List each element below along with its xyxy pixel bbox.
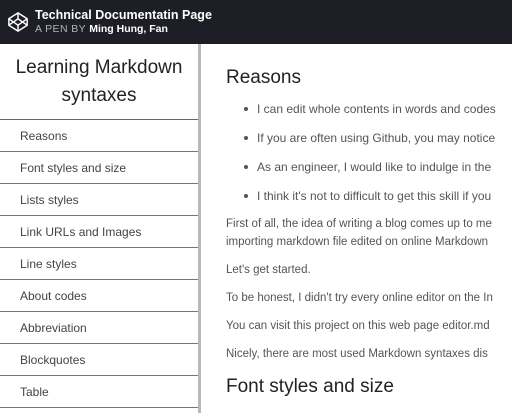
section-title-font-styles: Font styles and size: [226, 376, 394, 397]
nav-link-font-styles[interactable]: Font styles and size: [0, 152, 198, 184]
list-item: I can edit whole contents in words and c…: [244, 101, 512, 117]
section-title-reasons: Reasons: [226, 67, 301, 88]
paragraph: To be honest, I didn't try every online …: [226, 292, 493, 304]
nav-title: Learning Markdown syntaxes: [0, 44, 198, 120]
paragraph: Nicely, there are most used Markdown syn…: [226, 348, 488, 360]
pen-byline: A PEN BY Ming Hung, Fan: [35, 23, 212, 36]
list-item: If you are often using Github, you may n…: [244, 130, 512, 146]
navbar: Learning Markdown syntaxes Reasons Font …: [0, 44, 201, 413]
nav-link-abbreviation[interactable]: Abbreviation: [0, 312, 198, 344]
nav-link-blockquotes[interactable]: Blockquotes: [0, 344, 198, 376]
list-item: I think it's not to difficult to get thi…: [244, 188, 512, 204]
nav-link-urls-images[interactable]: Link URLs and Images: [0, 216, 198, 248]
paragraph-line: First of all, the idea of writing a blog…: [226, 218, 492, 230]
section-reasons: Reasons I can edit whole contents in wor…: [226, 66, 512, 363]
nav-link-about-codes[interactable]: About codes: [0, 280, 198, 312]
pen-author-link[interactable]: Ming Hung, Fan: [89, 23, 168, 35]
nav-link-line-styles[interactable]: Line styles: [0, 248, 198, 280]
main-doc: Reasons I can edit whole contents in wor…: [201, 44, 512, 413]
codepen-header: Technical Documentatin Page A PEN BY Min…: [0, 0, 512, 44]
reasons-bullet-list: I can edit whole contents in words and c…: [226, 101, 512, 204]
nav-link-lists-styles[interactable]: Lists styles: [0, 184, 198, 216]
paragraph: You can visit this project on this web p…: [226, 320, 490, 332]
pen-title[interactable]: Technical Documentatin Page: [35, 8, 212, 23]
nav-link-reasons[interactable]: Reasons: [0, 120, 198, 152]
paragraph: Let's get started.: [226, 264, 311, 276]
nav-link-table[interactable]: Table: [0, 376, 198, 408]
paragraph-line: importing markdown file edited on online…: [226, 236, 489, 248]
list-item: As an engineer, I would like to indulge …: [244, 159, 512, 175]
codepen-logo-icon[interactable]: [7, 11, 29, 33]
nav-list: Reasons Font styles and size Lists style…: [0, 120, 198, 408]
section-font-styles: Font styles and size: [226, 375, 512, 399]
pen-byline-prefix: A PEN BY: [35, 23, 86, 35]
pen-info: Technical Documentatin Page A PEN BY Min…: [35, 8, 212, 36]
